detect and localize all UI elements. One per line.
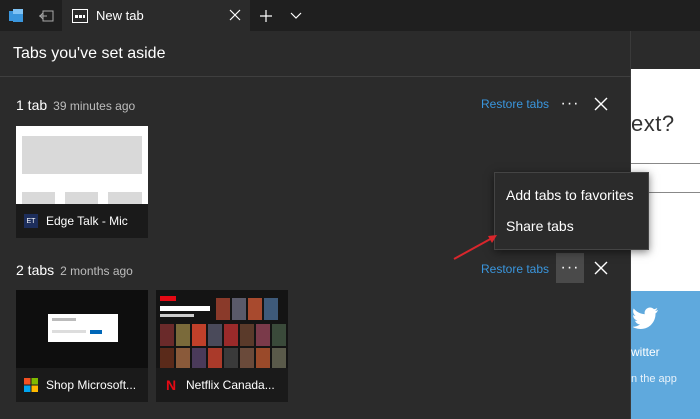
plus-icon [260,9,272,22]
twitter-bird-icon [633,307,658,329]
restore-tabs-link[interactable]: Restore tabs [481,97,549,111]
remove-group-icon[interactable] [593,260,609,276]
tab-strip: New tab [0,0,700,31]
tab-thumbnail[interactable]: N Netflix Canada... [156,290,288,402]
annotation-arrow [453,235,497,260]
tab-thumbnail-bar: ET Edge Talk - Mic [16,204,148,238]
tabs-aside-button[interactable] [2,0,30,31]
menu-item-share-tabs[interactable]: Share tabs [506,218,574,234]
more-options-menu: Add tabs to favorites Share tabs [494,172,649,250]
group-2-title: 2 tabs 2 months ago [16,262,133,278]
new-tab-page-icon [72,8,88,23]
panel-header: Tabs you've set aside [0,31,631,77]
group-time: 2 months ago [60,264,133,278]
page-toolbar [631,31,700,69]
chevron-down-icon [290,12,302,19]
page-heading-fragment: ext? [631,111,675,136]
tab-thumbnail-title: Edge Talk - Mic [46,214,128,228]
set-tabs-aside-icon [39,10,54,21]
group-count: 2 tabs [16,262,55,278]
restore-tabs-link[interactable]: Restore tabs [481,262,549,276]
group-1-title: 1 tab 39 minutes ago [16,97,135,113]
tab-preview-button[interactable] [282,0,310,31]
tab-title: New tab [96,8,144,23]
new-tab-button[interactable] [252,0,280,31]
edge-talk-favicon-icon: ET [24,214,38,228]
panel-title: Tabs you've set aside [13,45,166,62]
close-tab-icon[interactable] [228,8,242,22]
menu-item-add-to-favorites[interactable]: Add tabs to favorites [506,187,634,203]
tab-thumbnail-title: Netflix Canada... [186,378,275,392]
more-icon: ··· [560,95,580,112]
netflix-logo-icon: N [165,377,177,393]
tab-thumbnail-bar: N Netflix Canada... [156,368,288,402]
twitter-label: witter [631,345,660,359]
twitter-tile[interactable]: witter n the app [631,291,700,419]
twitter-sub-label: n the app [631,373,677,385]
page-preview [156,290,288,368]
tab-thumbnail[interactable]: ET Edge Talk - Mic [16,126,148,238]
tabs-aside-icon [9,8,23,22]
set-aside-button[interactable] [32,0,60,31]
tab-thumbnail-title: Shop Microsoft... [46,378,137,392]
group-count: 1 tab [16,97,48,113]
more-options-button[interactable]: ··· [556,89,584,119]
page-preview [16,290,148,368]
group-time: 39 minutes ago [53,99,136,113]
more-icon: ··· [560,259,580,276]
tab-thumbnail[interactable]: Shop Microsoft... [16,290,148,402]
tab-new-tab[interactable]: New tab [62,0,250,31]
microsoft-logo-icon [24,378,38,392]
page-preview [16,126,148,204]
more-options-button[interactable]: ··· [556,253,584,283]
remove-group-icon[interactable] [593,96,609,112]
tab-thumbnail-bar: Shop Microsoft... [16,368,148,402]
